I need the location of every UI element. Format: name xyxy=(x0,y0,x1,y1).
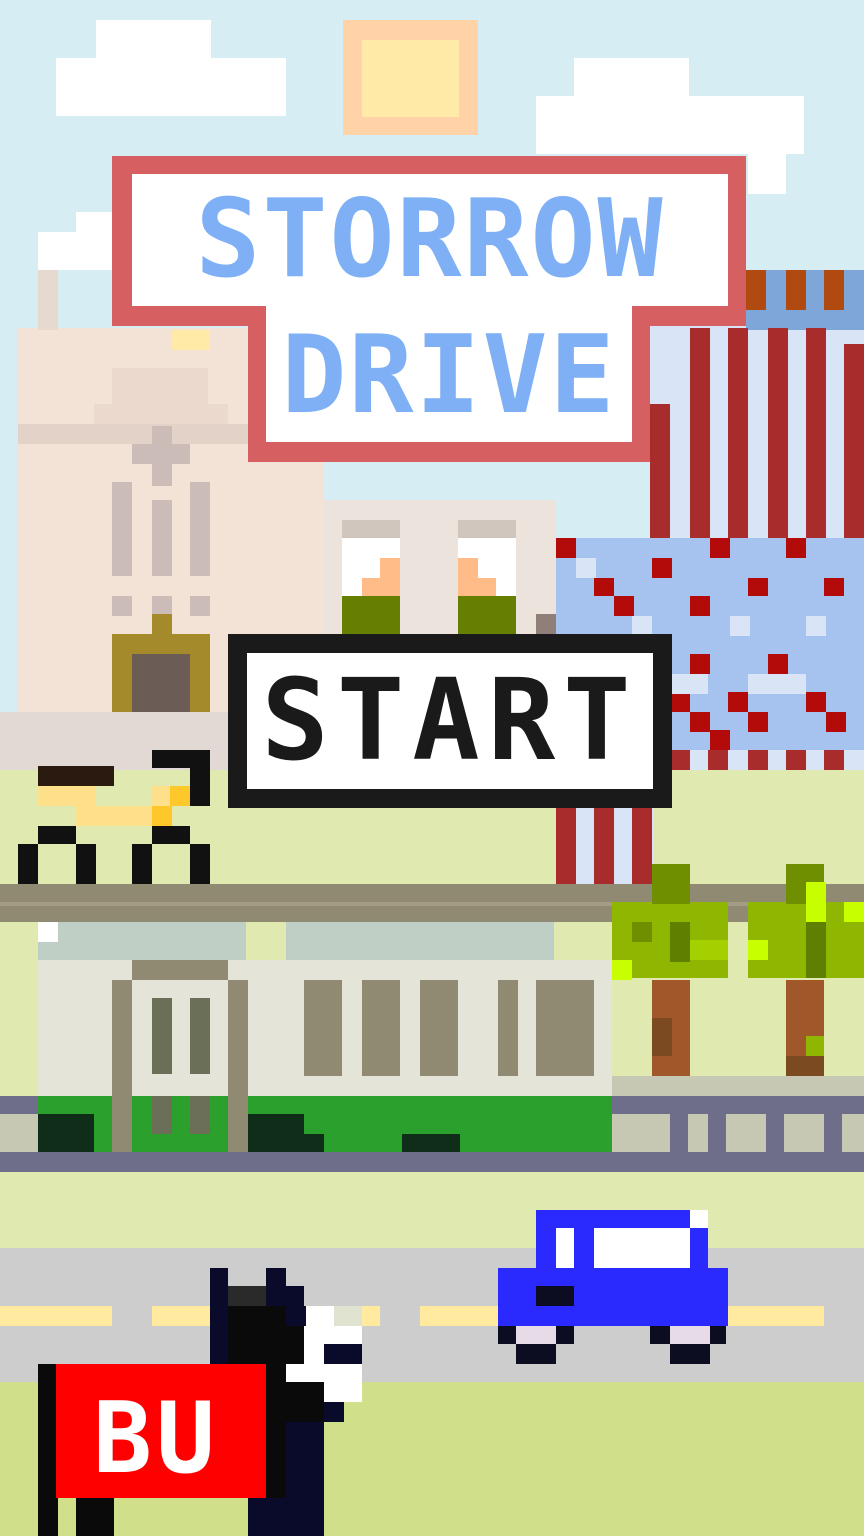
start-button-face[interactable]: START xyxy=(247,653,653,789)
bu-banner-text: BU xyxy=(92,1382,219,1496)
start-button-label: START xyxy=(261,656,639,786)
lower-building xyxy=(38,922,612,1152)
title-line-2: DRIVE xyxy=(281,313,617,438)
middle-building xyxy=(324,500,556,640)
start-button[interactable]: START xyxy=(228,634,672,808)
sun-icon xyxy=(343,20,478,135)
grass-lower xyxy=(0,1172,864,1248)
rail xyxy=(0,1096,38,1114)
game-scene: STORROW DRIVE START BU xyxy=(0,0,864,1536)
title-line-1: STORROW xyxy=(195,177,665,302)
